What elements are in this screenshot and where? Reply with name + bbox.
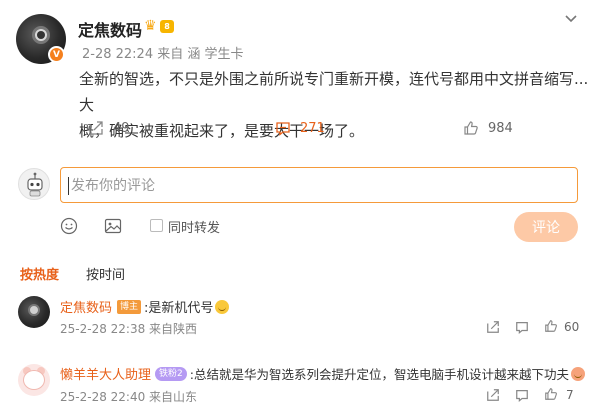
my-avatar[interactable] — [18, 168, 50, 200]
camera-lens-center — [37, 31, 45, 39]
comment-like-count: 60 — [564, 320, 580, 334]
smile-emoji-icon — [215, 299, 230, 314]
author-tag: 博主 — [117, 299, 142, 314]
thumbs-up-icon — [464, 121, 478, 135]
post-meta: 2-28 22:24 来自 涵 学生卡 — [82, 47, 244, 62]
commenter-avatar[interactable] — [18, 296, 50, 328]
face-emoji-icon — [570, 366, 585, 381]
repost-checkbox[interactable] — [150, 219, 163, 232]
commenter-avatar[interactable] — [18, 364, 50, 396]
comment-icon[interactable] — [515, 388, 529, 402]
comment-button[interactable]: 271 — [275, 120, 325, 136]
verified-badge: V — [48, 46, 65, 63]
camera-lens-graphic — [28, 304, 40, 316]
comment-meta: 25-2-28 22:40 来自山东 — [60, 390, 198, 404]
submit-comment-button[interactable]: 评论 — [514, 212, 578, 242]
comment-body: 定焦数码 博主 :是新机代号 — [60, 297, 230, 316]
comment-text: :总结就是华为智选系列会提升定位，智选电脑手机设计越来越下功夫 — [189, 367, 569, 382]
level-badge: 8 — [160, 20, 174, 33]
post-author-name[interactable]: 定焦数码 — [78, 17, 142, 41]
fan-level-tag: 铁粉2 — [155, 366, 187, 381]
comment-count: 271 — [300, 120, 325, 136]
comment-input[interactable] — [71, 174, 551, 198]
comment-body: 懒羊羊大人助理 铁粉2 :总结就是华为智选系列会提升定位，智选电脑手机设计越来越… — [60, 364, 585, 383]
repost-button[interactable]: 49 — [88, 120, 130, 136]
thumbs-up-icon[interactable] — [544, 319, 558, 333]
image-icon[interactable] — [104, 217, 122, 235]
tab-sort-by-hot[interactable]: 按热度 — [20, 264, 59, 283]
comment-input-box[interactable] — [60, 167, 578, 203]
comment-like-count: 7 — [566, 388, 574, 402]
repost-count: 49 — [113, 120, 130, 136]
thumbs-up-icon[interactable] — [544, 387, 558, 401]
like-button[interactable]: 984 — [463, 120, 513, 136]
robot-avatar-icon — [27, 172, 43, 197]
comment-meta: 25-2-28 22:38 来自陕西 — [60, 322, 198, 336]
tab-sort-by-time[interactable]: 按时间 — [86, 264, 125, 283]
commenter-name[interactable]: 懒羊羊大人助理 — [60, 364, 151, 383]
share-icon — [89, 121, 103, 135]
post-content-line: 全新的智选，不只是外围之前所说专门重新开模，连代号都用中文拼音缩写... 大 — [79, 70, 589, 114]
comment-icon[interactable] — [515, 320, 529, 334]
share-icon[interactable] — [486, 320, 500, 334]
comment-text: :是新机代号 — [144, 301, 214, 316]
chevron-down-icon[interactable] — [564, 12, 578, 26]
share-icon[interactable] — [486, 388, 500, 402]
commenter-name[interactable]: 定焦数码 — [60, 297, 112, 316]
text-caret — [68, 177, 69, 195]
sheep-face-graphic — [23, 370, 45, 390]
like-count: 984 — [488, 120, 513, 136]
repost-checkbox-label[interactable]: 同时转发 — [168, 217, 220, 236]
crown-icon: ♛ — [144, 18, 157, 34]
comment-icon — [276, 122, 290, 136]
emoji-icon[interactable] — [60, 217, 78, 235]
